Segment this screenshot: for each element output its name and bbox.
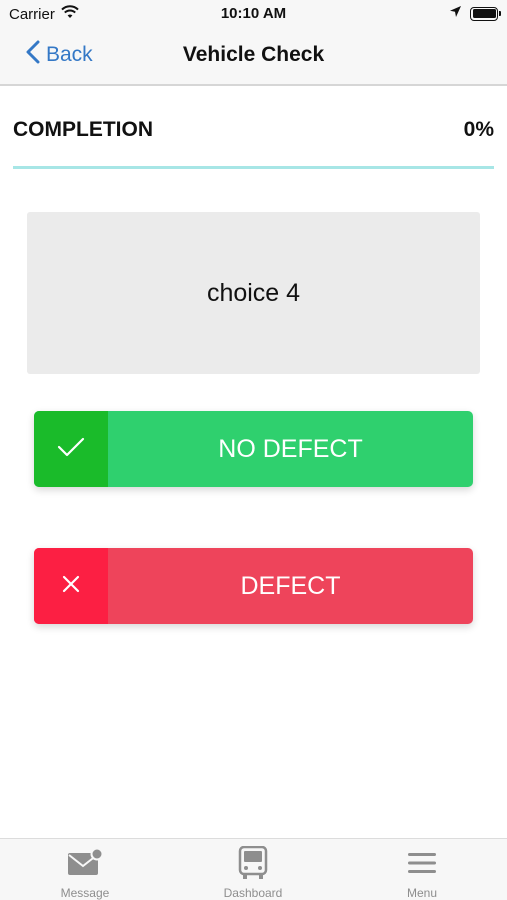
tab-dashboard[interactable]: Dashboard [193, 845, 313, 900]
defect-label: DEFECT [240, 571, 341, 600]
no-defect-icon-box [34, 411, 108, 487]
status-bar: Carrier 10:10 AM [0, 0, 507, 28]
tab-message-label: Message [60, 886, 110, 900]
choice-card: choice 4 [27, 212, 480, 374]
completion-row: COMPLETION 0% [13, 116, 494, 144]
page-title: Vehicle Check [182, 43, 325, 66]
tab-menu-label: Menu [406, 886, 438, 900]
no-defect-label: NO DEFECT [218, 434, 363, 463]
location-arrow-icon [449, 5, 462, 22]
battery-icon [470, 6, 501, 21]
defect-icon-box [34, 548, 108, 624]
message-icon [67, 845, 103, 881]
status-time: 10:10 AM [220, 5, 287, 22]
tab-message[interactable]: Message [25, 845, 145, 900]
defect-button[interactable]: DEFECT [34, 548, 473, 624]
completion-label: COMPLETION [13, 118, 153, 141]
completion-value: 0% [463, 118, 494, 141]
completion-progress-bar [13, 166, 494, 169]
tab-dashboard-label: Dashboard [223, 886, 283, 900]
navigation-bar: Back Vehicle Check [0, 28, 507, 86]
tab-bar: Message Dashboard Menu [0, 838, 507, 900]
close-icon [61, 574, 81, 599]
choice-text: choice 4 [206, 278, 301, 307]
status-right [449, 5, 501, 22]
tab-menu[interactable]: Menu [362, 845, 482, 900]
bus-icon [238, 845, 268, 881]
hamburger-menu-icon [407, 845, 437, 881]
no-defect-button[interactable]: NO DEFECT [34, 411, 473, 487]
checkmark-icon [57, 436, 85, 463]
